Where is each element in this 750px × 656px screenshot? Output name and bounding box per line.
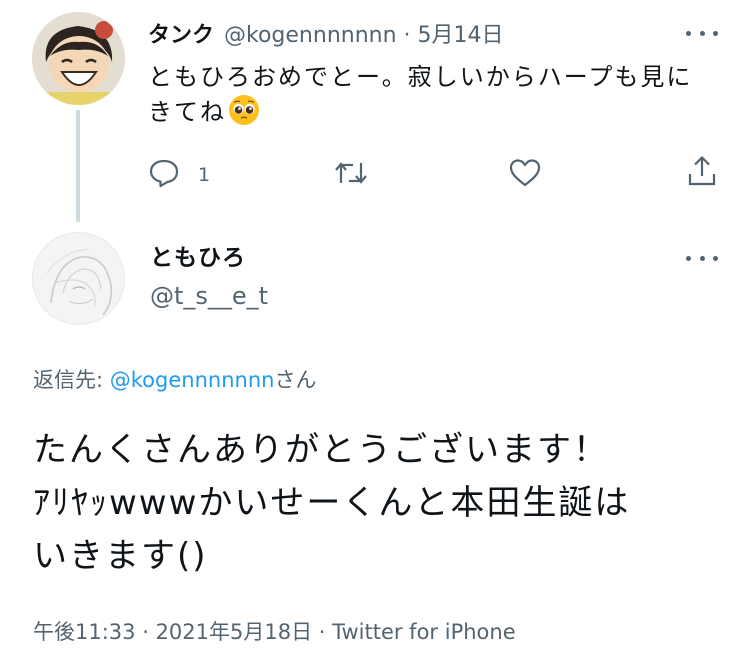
retweet-button[interactable]: [333, 158, 369, 192]
main-text-line-2: ｱﾘﾔｯwwwかいせーくんと本田生誕は: [33, 483, 631, 523]
parent-avatar[interactable]: [32, 12, 125, 105]
tweet-date[interactable]: 2021年5月18日: [156, 620, 313, 644]
parent-display-name[interactable]: タンク: [148, 17, 214, 49]
share-icon: [686, 154, 718, 192]
reply-to-line: 返信先: @kogennnnnnnさん: [33, 364, 316, 394]
main-handle[interactable]: @t_s__e_t: [150, 282, 268, 310]
parent-handle[interactable]: @kogennnnnnn: [224, 23, 397, 48]
retweet-icon: [333, 158, 369, 192]
parent-handle-date: @kogennnnnnn · 5月14日: [224, 23, 504, 48]
reply-button[interactable]: 1: [148, 158, 210, 192]
reply-to-mention[interactable]: @kogennnnnnn: [110, 368, 275, 392]
thread-line: [76, 110, 80, 222]
main-tweet-text: たんくさんありがとうございます！ ｱﾘﾔｯwwwかいせーくんと本田生誕は いきま…: [33, 424, 733, 583]
like-button[interactable]: [508, 157, 542, 193]
tweet-time[interactable]: 午後11:33: [33, 620, 136, 644]
share-button[interactable]: [686, 154, 718, 192]
parent-more-icon[interactable]: [686, 28, 718, 38]
parent-date[interactable]: 5月14日: [418, 23, 504, 48]
parent-tweet-text: ともひろおめでとー。寂しいからハープも見にきてね: [148, 60, 718, 129]
reply-icon: [148, 158, 180, 192]
main-display-name[interactable]: ともひろ: [150, 238, 246, 272]
main-text-line-3: いきます(): [33, 536, 208, 576]
main-text-line-1: たんくさんありがとうございます！: [33, 430, 609, 470]
parent-header: タンク @kogennnnnnn · 5月14日: [148, 17, 504, 49]
reply-count: 1: [198, 164, 211, 186]
pleading-face-emoji: [228, 94, 260, 126]
tweet-source[interactable]: Twitter for iPhone: [332, 620, 516, 644]
main-more-icon[interactable]: [686, 253, 718, 263]
reply-to-suffix: さん: [274, 368, 317, 392]
like-icon: [508, 157, 542, 193]
reply-to-label: 返信先:: [33, 368, 110, 392]
main-avatar[interactable]: [32, 232, 125, 325]
tweet-meta: 午後11:33 · 2021年5月18日 · Twitter for iPhon…: [33, 620, 516, 644]
